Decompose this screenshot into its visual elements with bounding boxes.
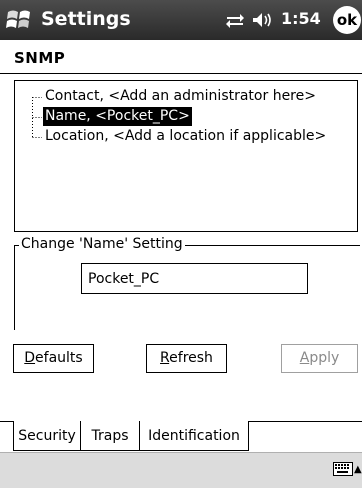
defaults-button[interactable]: Defaults — [13, 344, 94, 373]
name-setting-input[interactable] — [81, 263, 308, 294]
apply-label: pply — [309, 350, 340, 366]
refresh-accelerator: R — [160, 350, 170, 366]
apply-button[interactable]: Apply — [281, 344, 358, 373]
settings-tree-view[interactable]: Contact, <Add an administrator here> Nam… — [14, 80, 358, 232]
defaults-label: efaults — [35, 350, 83, 366]
tab-security[interactable]: Security — [13, 421, 81, 451]
input-menu-arrow-icon[interactable]: ▲ — [354, 464, 362, 475]
windows-start-icon[interactable] — [5, 6, 33, 34]
keyboard-icon[interactable] — [333, 462, 353, 476]
menu-bar — [0, 452, 362, 488]
tree-item-location[interactable]: Location, <Add a location if applicable> — [43, 127, 328, 146]
page-title: SNMP — [14, 49, 66, 67]
refresh-button[interactable]: Refresh — [146, 344, 227, 373]
setting-group-label: Change 'Name' Setting — [19, 236, 185, 252]
clock[interactable]: 1:54 — [281, 9, 321, 28]
tab-strip-rule — [248, 421, 362, 422]
app-title: Settings — [41, 8, 131, 30]
connectivity-icon[interactable] — [225, 10, 245, 30]
tree-item-name[interactable]: Name, <Pocket_PC> — [43, 107, 192, 126]
tree-item-contact[interactable]: Contact, <Add an administrator here> — [43, 87, 318, 106]
refresh-label: efresh — [169, 350, 213, 366]
divider — [0, 73, 362, 74]
volume-icon[interactable] — [252, 10, 274, 30]
ok-button[interactable]: ok — [333, 6, 361, 34]
tab-traps[interactable]: Traps — [80, 421, 140, 451]
tab-identification[interactable]: Identification — [139, 421, 249, 451]
apply-accelerator: A — [299, 350, 310, 366]
defaults-accelerator: D — [24, 350, 36, 366]
